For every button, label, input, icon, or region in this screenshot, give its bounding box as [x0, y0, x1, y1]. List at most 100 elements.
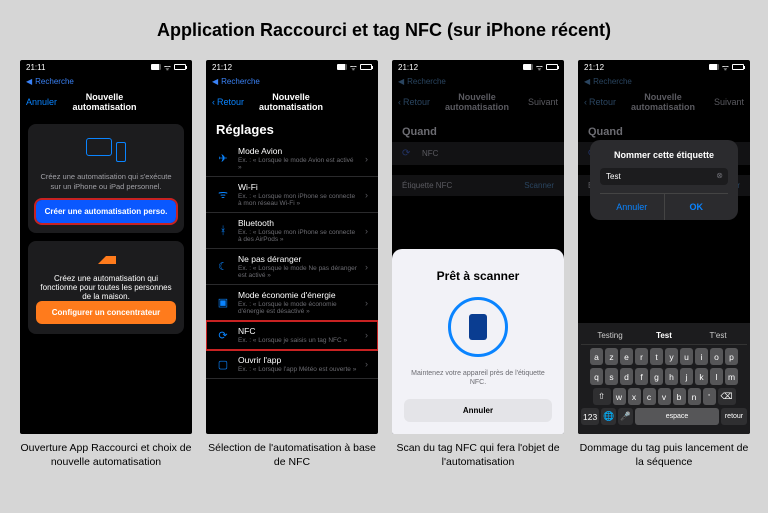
nfc-icon: ⟳	[402, 148, 414, 159]
settings-item-nfc[interactable]: ⟳NFCEx. : « Lorsque je saisis un tag NFC…	[206, 321, 378, 350]
breadcrumb-back[interactable]: ◀ Recherche	[20, 74, 192, 88]
clear-icon[interactable]: ⊗	[716, 171, 723, 180]
alert-cancel-button[interactable]: Annuler	[600, 194, 665, 220]
wifi-icon: ᯤ	[350, 62, 357, 73]
next-button: Suivant	[710, 97, 744, 107]
section-header: Quand	[392, 116, 564, 142]
key-123[interactable]: 123	[581, 408, 599, 425]
globe-icon[interactable]: 🌐	[601, 408, 616, 425]
setting-sub: Ex. : « Lorsque le mode Avion est activé…	[238, 157, 357, 171]
key-o[interactable]: o	[710, 348, 723, 365]
time: 21:11	[26, 63, 45, 72]
settings-item-ouvrir-l-app[interactable]: ▢Ouvrir l'appEx. : « Lorsque l'app Météo…	[206, 350, 378, 379]
key-m[interactable]: m	[725, 368, 738, 385]
key-f[interactable]: f	[635, 368, 648, 385]
search-back-label: Recherche	[593, 77, 632, 86]
scan-sheet: Prêt à scanner Maintenez votre appareil …	[392, 249, 564, 434]
key-s[interactable]: s	[605, 368, 618, 385]
chevron-right-icon: ›	[365, 298, 368, 308]
key-p[interactable]: p	[725, 348, 738, 365]
key-return[interactable]: retour	[721, 408, 747, 425]
key-y[interactable]: y	[665, 348, 678, 365]
key-x[interactable]: x	[628, 388, 641, 405]
suggestion[interactable]: Testing	[583, 331, 637, 340]
key-n[interactable]: n	[688, 388, 701, 405]
setting-label: Ouvrir l'app	[238, 355, 357, 365]
search-back-label: Recherche	[35, 77, 74, 86]
key-h[interactable]: h	[665, 368, 678, 385]
nav-title: Nouvelle automatisation	[616, 92, 710, 112]
wifi-icon: ᯤ	[536, 62, 543, 73]
setting-label: NFC	[238, 326, 357, 336]
chevron-right-icon: ›	[365, 226, 368, 236]
key-r[interactable]: r	[635, 348, 648, 365]
cancel-button[interactable]: Annuler	[26, 97, 57, 107]
key-space[interactable]: espace	[635, 408, 719, 425]
setting-label: Bluetooth	[238, 218, 357, 228]
time: 21:12	[398, 63, 418, 72]
key-j[interactable]: j	[680, 368, 693, 385]
card-desc: Créez une automatisation qui fonctionne …	[36, 274, 176, 301]
battery-icon	[360, 64, 372, 70]
alert-ok-button[interactable]: OK	[665, 194, 729, 220]
chevron-left-icon: ◀	[398, 77, 404, 86]
key-c[interactable]: c	[643, 388, 656, 405]
key-z[interactable]: z	[605, 348, 618, 365]
signal-icon	[523, 64, 533, 70]
chevron-right-icon: ›	[365, 190, 368, 200]
settings-item-ne-pas-d-ranger[interactable]: ☾Ne pas dérangerEx. : « Lorsque le mode …	[206, 249, 378, 285]
wifi-icon: ᯤ	[722, 62, 729, 73]
back-button: ‹ Retour	[584, 97, 616, 107]
battery-icon	[732, 64, 744, 70]
key-g[interactable]: g	[650, 368, 663, 385]
key-i[interactable]: i	[695, 348, 708, 365]
search-back-label: Recherche	[407, 77, 446, 86]
create-personal-automation-button[interactable]: Créer une automatisation perso.	[36, 200, 176, 223]
chevron-left-icon: ◀	[26, 77, 32, 86]
key-l[interactable]: l	[710, 368, 723, 385]
chevron-left-icon: ‹	[212, 97, 215, 107]
status-icons: ᯤ	[337, 62, 372, 73]
setting-label: Ne pas déranger	[238, 254, 357, 264]
suggestion[interactable]: Test	[637, 331, 691, 340]
nav-bar: ‹ Retour Nouvelle automatisation Suivant	[578, 88, 750, 116]
status-bar: 21:12 ᯤ	[206, 60, 378, 74]
key-'[interactable]: '	[703, 388, 716, 405]
settings-item-bluetooth[interactable]: ᚼBluetoothEx. : « Lorsque mon iPhone se …	[206, 213, 378, 249]
breadcrumb-back[interactable]: ◀ Recherche	[206, 74, 378, 88]
setting-icon: ✈	[216, 152, 230, 165]
status-icons: ᯤ	[151, 62, 186, 73]
nav-bar: Annuler Nouvelle automatisation	[20, 88, 192, 116]
settings-item-mode-conomie-d-nergie[interactable]: ▣Mode économie d'énergieEx. : « Lorsque …	[206, 285, 378, 321]
tag-name-input[interactable]	[600, 168, 728, 185]
scan-ring-icon	[448, 297, 508, 357]
settings-item-mode-avion[interactable]: ✈Mode AvionEx. : « Lorsque le mode Avion…	[206, 141, 378, 177]
setting-label: Mode économie d'énergie	[238, 290, 357, 300]
settings-item-wi-fi[interactable]: ᯤWi-FiEx. : « Lorsque mon iPhone se conn…	[206, 177, 378, 213]
shift-key[interactable]: ⇧	[593, 388, 611, 405]
key-k[interactable]: k	[695, 368, 708, 385]
key-u[interactable]: u	[680, 348, 693, 365]
sheet-hint: Maintenez votre appareil près de l'étiqu…	[404, 369, 552, 387]
back-button: ‹ Retour	[398, 97, 430, 107]
scan-action: Scanner	[524, 181, 554, 190]
key-b[interactable]: b	[673, 388, 686, 405]
key-e[interactable]: e	[620, 348, 633, 365]
key-v[interactable]: v	[658, 388, 671, 405]
backspace-key[interactable]: ⌫	[718, 388, 736, 405]
phones-row: 21:11 ᯤ ◀ Recherche Annuler Nouvelle aut…	[20, 60, 750, 434]
setting-icon: ☾	[216, 260, 230, 273]
key-q[interactable]: q	[590, 368, 603, 385]
name-tag-alert: Nommer cette étiquette ⊗ Annuler OK	[590, 140, 738, 220]
key-d[interactable]: d	[620, 368, 633, 385]
mic-icon[interactable]: 🎤	[618, 408, 633, 425]
back-button[interactable]: ‹ Retour	[212, 97, 244, 107]
key-a[interactable]: a	[590, 348, 603, 365]
configure-home-hub-button[interactable]: Configurer un concentrateur	[36, 301, 176, 324]
screen-3: 21:12 ᯤ ◀ Recherche ‹ Retour Nouvelle au…	[392, 60, 564, 434]
suggestion[interactable]: T'est	[691, 331, 745, 340]
breadcrumb-back: ◀ Recherche	[578, 74, 750, 88]
key-w[interactable]: w	[613, 388, 626, 405]
key-t[interactable]: t	[650, 348, 663, 365]
sheet-cancel-button[interactable]: Annuler	[404, 399, 552, 422]
